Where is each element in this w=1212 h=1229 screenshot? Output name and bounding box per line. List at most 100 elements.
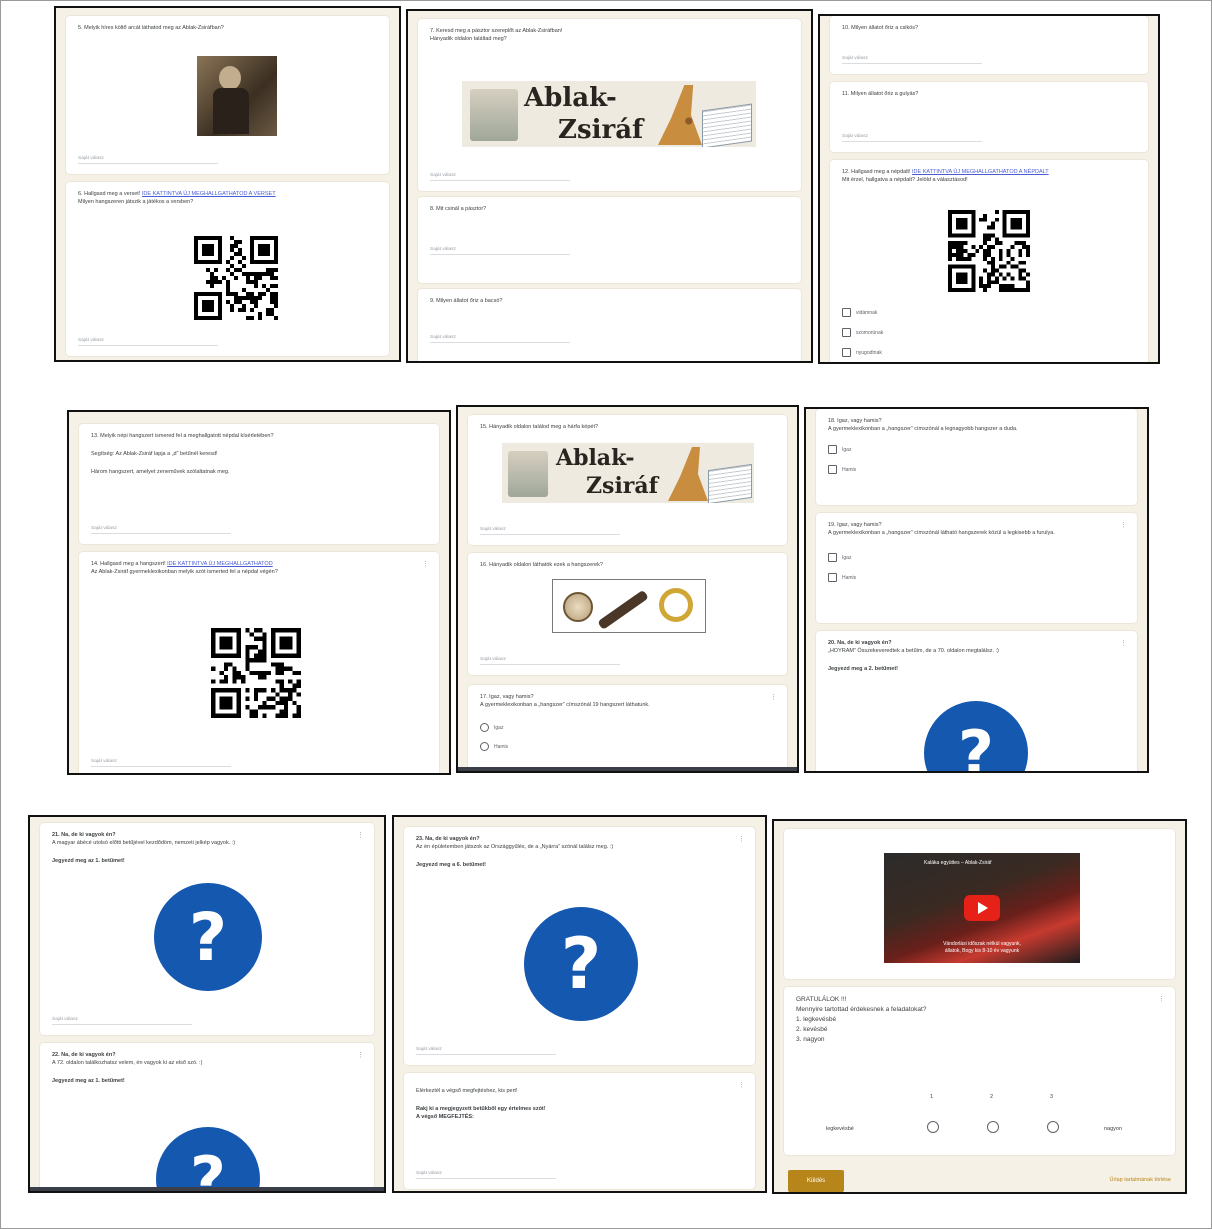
more-options-icon[interactable]: ⋮ xyxy=(738,1081,745,1089)
question-23-instruction: Jegyezd meg a 6. betűmet! xyxy=(416,862,486,868)
question-card-7: 7. Keresd meg a pásztor szereplőt az Abl… xyxy=(418,19,801,191)
more-options-icon[interactable]: ⋮ xyxy=(770,693,777,701)
question-16-text: 16. Hányadik oldalon láthatók ezek a han… xyxy=(480,562,603,568)
question-15-text: 15. Hányadik oldalon találod meg a hárfa… xyxy=(480,424,599,430)
question-23-text: Az én épületemben játszok az Országgyűlé… xyxy=(416,844,614,850)
book-stack-illustration xyxy=(470,89,518,141)
answer-field-13[interactable]: Saját válasz xyxy=(91,526,231,534)
question-card-12: 12. Hallgasd meg a népdalt! IDE KATTINTV… xyxy=(830,160,1148,362)
banner-word-zsiraf: Zsiráf xyxy=(558,115,644,145)
screenshot-panel-2: 7. Keresd meg a pásztor szereplőt az Abl… xyxy=(406,9,813,363)
screenshot-panel-9: Kaláka együttes – Ablak-Zsiráf Vándorlás… xyxy=(772,819,1187,1194)
listen-link-6[interactable]: IDE KATTINTVA ÚJ MEGHALLGATHATOD A VERSE… xyxy=(142,191,276,197)
play-button-icon[interactable] xyxy=(964,895,1000,921)
more-options-icon[interactable]: ⋮ xyxy=(357,1051,364,1059)
question-11-text: 11. Milyen állatot őriz a gulyás? xyxy=(842,91,919,97)
video-player[interactable]: Kaláka együttes – Ablak-Zsiráf Vándorlás… xyxy=(884,853,1080,963)
rating-radio-3[interactable] xyxy=(1047,1121,1059,1133)
option-true[interactable]: Igaz xyxy=(828,553,1125,562)
question-5-text: 5. Melyik híres költő arcát láthatod meg… xyxy=(78,25,224,31)
checkbox[interactable] xyxy=(842,308,851,317)
open-book-illustration xyxy=(702,103,752,147)
answer-field-11[interactable]: Saját válasz xyxy=(842,134,982,142)
answer-field-15[interactable]: Saját válasz xyxy=(480,527,620,535)
more-options-icon[interactable]: ⋮ xyxy=(422,560,429,568)
giraffe-illustration xyxy=(658,85,702,145)
scale-column-3: 3 xyxy=(1050,1094,1054,1100)
answer-field-16[interactable]: Saját válasz xyxy=(480,657,620,665)
more-options-icon[interactable]: ⋮ xyxy=(1158,995,1165,1003)
checkbox[interactable] xyxy=(828,573,837,582)
question-card-15: 15. Hányadik oldalon találod meg a hárfa… xyxy=(468,415,787,545)
answer-field-8[interactable]: Saját válasz xyxy=(430,247,570,255)
option-label: vidámnak xyxy=(856,309,878,316)
question-9-text: 9. Milyen állatot őriz a bacsó? xyxy=(430,298,503,304)
scale-high-label: nagyon xyxy=(1104,1126,1123,1132)
radio-button[interactable] xyxy=(480,742,489,751)
listen-link-14[interactable]: IDE KATTINTVA ÚJ MEGHALLGATHATOD xyxy=(167,561,273,567)
answer-field-14[interactable]: Saját válasz xyxy=(91,759,231,767)
answer-field-9[interactable]: Saját válasz xyxy=(430,335,570,343)
checkbox[interactable] xyxy=(828,445,837,454)
question-card-16: 16. Hányadik oldalon láthatók ezek a han… xyxy=(468,553,787,675)
giraffe-illustration xyxy=(668,447,708,501)
checkbox[interactable] xyxy=(842,348,851,357)
option-false[interactable]: Hamis xyxy=(828,465,1125,474)
question-card-21: ⋮ 21. Na, de ki vagyok én? A magyar ábéc… xyxy=(40,823,374,1035)
more-options-icon[interactable]: ⋮ xyxy=(357,831,364,839)
question-24-instruction: A végső MEGFEJTÉS: xyxy=(416,1114,474,1120)
video-title: Kaláka együttes – Ablak-Zsiráf xyxy=(924,860,992,866)
screenshot-panel-7: ⋮ 21. Na, de ki vagyok én? A magyar ábéc… xyxy=(28,815,386,1193)
scale-low-label: legkevésbé xyxy=(826,1126,854,1132)
option-false[interactable]: Hamis xyxy=(480,742,775,751)
option-label: Hamis xyxy=(494,743,509,750)
question-20-title: 20. Na, de ki vagyok én? xyxy=(828,640,892,646)
rating-radio-1[interactable] xyxy=(927,1121,939,1133)
option-szomoru[interactable]: szomorúnak xyxy=(842,328,883,337)
question-8-text: 8. Mit csinál a pásztor? xyxy=(430,206,487,212)
option-label: Hamis xyxy=(842,574,857,581)
option-vidam[interactable]: vidámnak xyxy=(842,308,883,317)
option-true[interactable]: Igaz xyxy=(828,445,1125,454)
answer-field-23[interactable]: Saját válasz xyxy=(416,1047,556,1055)
answer-field-21[interactable]: Saját válasz xyxy=(52,1017,192,1025)
question-mark-icon: ? xyxy=(156,1127,260,1191)
answer-field-10[interactable]: Saját válasz xyxy=(842,56,982,64)
more-options-icon[interactable]: ⋮ xyxy=(1120,639,1127,647)
question-card-17: ⋮ 17. Igaz, vagy hamis? A gyermeklexikon… xyxy=(468,685,787,771)
option-nyugodt[interactable]: nyugodtnak xyxy=(842,348,883,357)
submit-button[interactable]: Küldés xyxy=(788,1170,844,1192)
question-19-text: A gyermeklexikonban a „hangszer” címszón… xyxy=(828,530,1055,536)
question-card-6: 6. Hallgasd meg a verset! IDE KATTINTVA … xyxy=(66,182,389,356)
question-21-instruction: Jegyezd meg az 1. betűmet! xyxy=(52,858,125,864)
radio-button[interactable] xyxy=(480,723,489,732)
question-17-title: 17. Igaz, vagy hamis? xyxy=(480,694,534,700)
checkbox[interactable] xyxy=(828,465,837,474)
more-options-icon[interactable]: ⋮ xyxy=(738,835,745,843)
option-label: Igaz xyxy=(842,446,852,453)
more-options-icon[interactable]: ⋮ xyxy=(1120,521,1127,529)
clear-form-link[interactable]: Űrlap tartalmának törlése xyxy=(1110,1177,1171,1183)
ablak-zsiraf-banner: Ablak- Zsiráf xyxy=(502,443,754,503)
video-card: Kaláka együttes – Ablak-Zsiráf Vándorlás… xyxy=(784,829,1175,979)
qr-code xyxy=(948,210,1030,292)
option-false[interactable]: Hamis xyxy=(828,573,1125,582)
question-22-text: A 72. oldalon találkozhatsz velem, én va… xyxy=(52,1060,203,1066)
answer-field-24[interactable]: Saját válasz xyxy=(416,1171,556,1179)
question-card-24: ⋮ Elérkeztél a végső megfejtéshez, kis p… xyxy=(404,1073,755,1189)
panel-bottom-bar xyxy=(458,767,797,771)
question-card-11: 11. Milyen állatot őriz a gulyás? Saját … xyxy=(830,82,1148,152)
checkbox[interactable] xyxy=(842,328,851,337)
answer-field-5[interactable]: Saját válasz xyxy=(78,156,218,164)
option-true[interactable]: Igaz xyxy=(480,723,775,732)
congrats-text: GRATULÁLOK !!! xyxy=(796,996,847,1003)
question-card-20: ⋮ 20. Na, de ki vagyok én? „HOYRAM” Össz… xyxy=(816,631,1137,771)
answer-field-6[interactable]: Saját válasz xyxy=(78,338,218,346)
checkbox[interactable] xyxy=(828,553,837,562)
video-caption-2: állatok, Bogy kis 8-10 év vagyunk xyxy=(944,948,1020,954)
question-13-hint-1: Segítség: Az Ablak-Zsiráf lapja a „d” be… xyxy=(91,451,218,457)
answer-field-7[interactable]: Saját válasz xyxy=(430,173,570,181)
question-18-text: A gyermeklexikonban a „hangszer” címszón… xyxy=(828,426,1018,432)
rating-radio-2[interactable] xyxy=(987,1121,999,1133)
listen-link-12[interactable]: IDE KATTINTVA ÚJ MEGHALLGATHATOD A NÉPDA… xyxy=(912,169,1049,175)
